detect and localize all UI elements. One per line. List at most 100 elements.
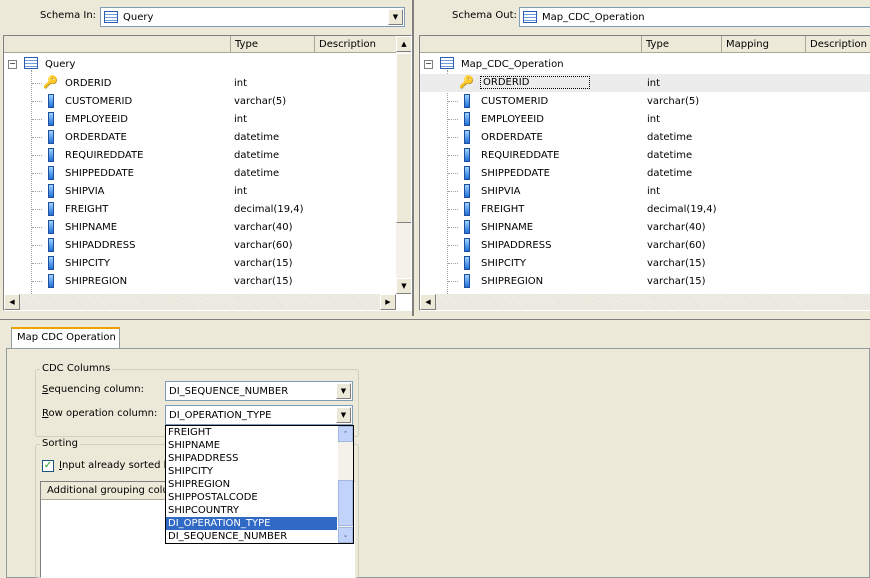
field-name: SHIPCITY	[65, 258, 110, 269]
scroll-right-button[interactable]: ▶	[380, 294, 396, 310]
col-header-type[interactable]: Type	[642, 36, 722, 53]
sequencing-column-value: DI_SEQUENCE_NUMBER	[169, 386, 289, 397]
dropdown-option[interactable]: SHIPCITY	[166, 465, 337, 478]
dropdown-option[interactable]: SHIPADDRESS	[166, 452, 337, 465]
sequencing-column-label: Sequencing column:	[42, 384, 145, 395]
horizontal-scrollbar[interactable]: ◀ ▶	[4, 294, 396, 310]
col-header-name[interactable]	[4, 36, 231, 53]
collapse-toggle-icon[interactable]: −	[424, 60, 433, 69]
dropdown-option[interactable]: DI_SEQUENCE_NUMBER	[166, 530, 337, 543]
schema-field-row[interactable]: SHIPNAME varchar(40)	[420, 218, 870, 236]
vertical-scrollbar[interactable]: ▲ ▼	[396, 36, 411, 294]
schema-field-row[interactable]: ORDERDATE datetime	[4, 128, 411, 146]
column-icon	[464, 256, 470, 270]
field-name: FREIGHT	[481, 204, 525, 215]
field-type: datetime	[647, 168, 693, 179]
scroll-down-button[interactable]: ▼	[396, 278, 411, 294]
field-name: ORDERDATE	[481, 132, 543, 143]
schema-field-row[interactable]: EMPLOYEEID int	[4, 110, 411, 128]
schema-field-row[interactable]: 🔑 ORDERID int	[4, 74, 411, 92]
schema-field-row[interactable]: FREIGHT decimal(19,4)	[4, 200, 411, 218]
scroll-up-button[interactable]: ▲	[396, 36, 411, 52]
field-name: SHIPVIA	[481, 186, 521, 197]
field-name: SHIPADDRESS	[481, 240, 552, 251]
tab-map-cdc-operation[interactable]: Map CDC Operation	[11, 327, 120, 349]
schema-field-row[interactable]: CUSTOMERID varchar(5)	[4, 92, 411, 110]
scroll-down-button[interactable]: ⌄	[338, 527, 353, 543]
chevron-down-icon[interactable]: ▼	[336, 383, 351, 399]
col-header-mapping[interactable]: Mapping	[722, 36, 806, 53]
schema-field-row[interactable]: ORDERDATE datetime	[420, 128, 870, 146]
schema-field-row[interactable]: SHIPPEDDATE datetime	[420, 164, 870, 182]
column-icon	[48, 256, 54, 270]
field-type: datetime	[234, 150, 280, 161]
chevron-down-icon[interactable]: ▼	[336, 407, 351, 423]
schema-field-row[interactable]: SHIPCITY varchar(15)	[4, 254, 411, 272]
column-icon	[48, 202, 54, 216]
column-icon	[48, 220, 54, 234]
dropdown-option[interactable]: FREIGHT	[166, 426, 337, 439]
field-name: SHIPNAME	[65, 222, 118, 233]
column-icon	[464, 130, 470, 144]
input-sorted-checkbox[interactable]: ✓	[42, 460, 54, 472]
tree-root-label: Query	[45, 59, 76, 70]
schema-in-tree[interactable]: Type Description − Query 🔑 ORDERID int CUSTOM…	[3, 35, 412, 311]
sequencing-column-select[interactable]: DI_SEQUENCE_NUMBER ▼	[165, 381, 353, 401]
col-header-name[interactable]	[420, 36, 642, 53]
schema-field-row[interactable]: REQUIREDDATE datetime	[420, 146, 870, 164]
dropdown-option[interactable]: DI_OPERATION_TYPE	[166, 517, 337, 530]
schema-field-row[interactable]: EMPLOYEEID int	[420, 110, 870, 128]
table-icon	[440, 57, 454, 69]
schema-field-row[interactable]: SHIPPEDDATE datetime	[4, 164, 411, 182]
schema-field-row[interactable]: 🔑 ORDERID int	[420, 74, 870, 92]
field-name: FREIGHT	[65, 204, 109, 215]
scroll-left-button[interactable]: ◀	[420, 294, 436, 310]
scroll-up-button[interactable]: ⌃	[338, 426, 353, 442]
field-name: SHIPREGION	[481, 276, 544, 287]
horizontal-scrollbar[interactable]: ◀	[420, 294, 870, 310]
col-header-description[interactable]: Description	[806, 36, 870, 53]
scroll-left-button[interactable]: ◀	[4, 294, 20, 310]
field-name: SHIPREGION	[65, 276, 128, 287]
schema-field-row[interactable]: SHIPVIA int	[4, 182, 411, 200]
table-icon	[523, 11, 537, 23]
tree-root-label: Map_CDC_Operation	[461, 59, 564, 70]
column-icon	[464, 94, 470, 108]
schema-field-row[interactable]: SHIPVIA int	[420, 182, 870, 200]
schema-out-tree[interactable]: Type Mapping Description − Map_CDC_Operat…	[419, 35, 870, 311]
schema-field-row[interactable]: CUSTOMERID varchar(5)	[420, 92, 870, 110]
dropdown-option[interactable]: SHIPREGION	[166, 478, 337, 491]
field-type: decimal(19,4)	[234, 204, 304, 215]
schema-field-row[interactable]: SHIPREGION varchar(15)	[4, 272, 411, 290]
schema-field-row[interactable]: REQUIREDDATE datetime	[4, 146, 411, 164]
schema-field-row[interactable]: SHIPREGION varchar(15)	[420, 272, 870, 290]
dropdown-scrollbar[interactable]: ⌃ ⌄	[338, 426, 353, 543]
field-type: int	[234, 78, 248, 89]
dropdown-option[interactable]: SHIPCOUNTRY	[166, 504, 337, 517]
dropdown-option[interactable]: SHIPNAME	[166, 439, 337, 452]
schema-field-row[interactable]: SHIPADDRESS varchar(60)	[420, 236, 870, 254]
collapse-toggle-icon[interactable]: −	[8, 60, 17, 69]
column-icon	[464, 184, 470, 198]
scroll-thumb[interactable]	[338, 480, 353, 526]
schema-field-row[interactable]: FREIGHT decimal(19,4)	[420, 200, 870, 218]
scroll-thumb[interactable]	[396, 53, 411, 223]
schema-out-select[interactable]: Map_CDC_Operation	[519, 7, 870, 27]
col-header-type[interactable]: Type	[231, 36, 315, 53]
schema-field-row[interactable]: SHIPCITY varchar(15)	[420, 254, 870, 272]
field-name: SHIPADDRESS	[65, 240, 136, 251]
schema-in-select[interactable]: Query ▼	[100, 7, 405, 27]
row-operation-dropdown-list[interactable]: FREIGHT SHIPNAME SHIPADDRESS SHIPCITY SHIPRE…	[165, 425, 354, 544]
schema-field-row[interactable]: SHIPADDRESS varchar(60)	[4, 236, 411, 254]
dropdown-option[interactable]: SHIPPOSTALCODE	[166, 491, 337, 504]
row-operation-column-select[interactable]: DI_OPERATION_TYPE ▼	[165, 405, 353, 425]
chevron-down-icon[interactable]: ▼	[388, 9, 403, 25]
column-icon	[48, 94, 54, 108]
field-type: varchar(60)	[234, 240, 293, 251]
column-icon	[48, 112, 54, 126]
col-header-description[interactable]: Description	[315, 36, 397, 53]
schema-field-row[interactable]: SHIPNAME varchar(40)	[4, 218, 411, 236]
field-type: int	[647, 114, 661, 125]
column-icon	[464, 220, 470, 234]
schema-in-label: Schema In:	[40, 10, 97, 21]
